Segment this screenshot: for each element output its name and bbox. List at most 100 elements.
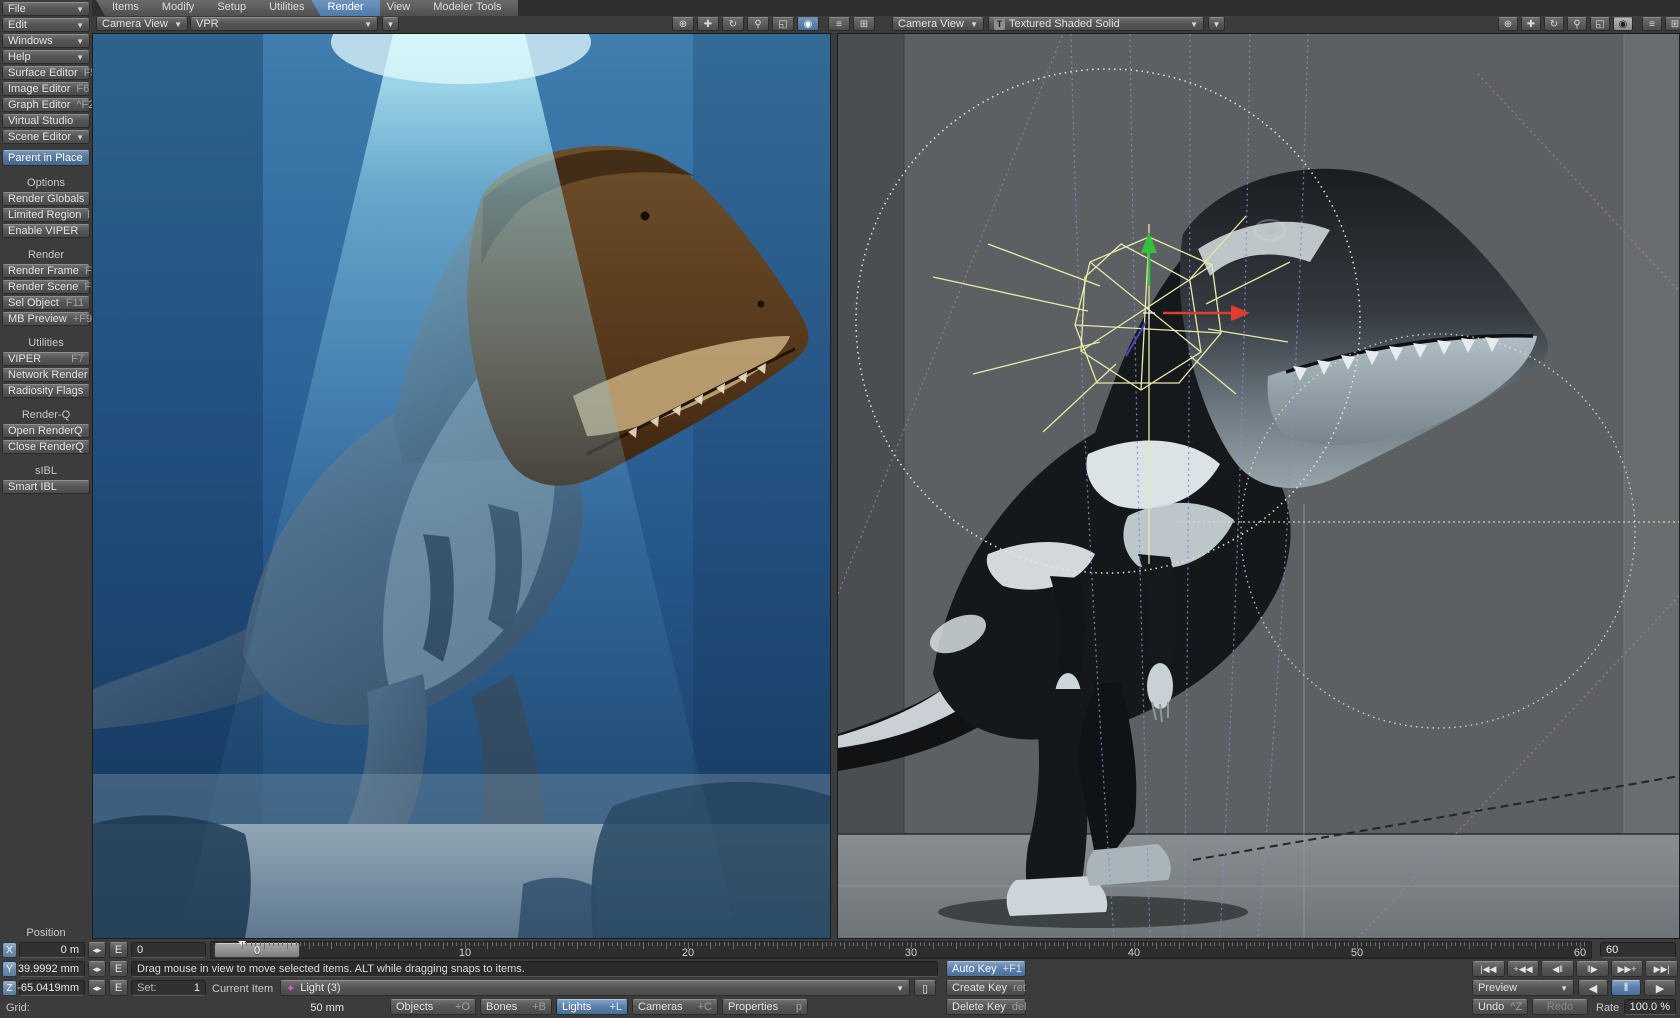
x-envelope-button[interactable]: E xyxy=(109,942,128,958)
transport-bar: |◀◀+◀◀◀‖‖▶▶▶+▶▶| xyxy=(1472,961,1678,977)
go-to-end-button[interactable]: ▶▶| xyxy=(1645,961,1678,977)
tab-items[interactable]: Items xyxy=(96,0,155,16)
edit-mode-properties-button[interactable]: Propertiesp xyxy=(722,999,808,1015)
y-stepper[interactable]: ◂▸ xyxy=(88,961,106,977)
current-item-dropdown[interactable]: ✦ Light (3) ▼ xyxy=(280,980,910,996)
radiosity-flags-button[interactable]: Radiosity Flags xyxy=(2,384,90,398)
smart-ibl-button[interactable]: Smart IBL xyxy=(2,480,90,494)
limited-region-button[interactable]: Limited Regionl xyxy=(2,208,90,222)
tab-setup[interactable]: Setup xyxy=(201,0,262,16)
right-viewport-options-dropdown[interactable]: ▼ xyxy=(1208,17,1225,31)
tab-modify[interactable]: Modify xyxy=(146,0,210,16)
step-back-button[interactable]: ◀‖ xyxy=(1541,961,1574,977)
rotate-icon[interactable]: ↻ xyxy=(722,17,744,31)
surface-editor-button[interactable]: Surface EditorF5 xyxy=(2,66,90,80)
x-axis-button[interactable]: X xyxy=(2,942,17,958)
auto-key-button[interactable]: Auto Key +F1 xyxy=(946,961,1026,977)
orbit-icon[interactable]: ✚ xyxy=(697,17,719,31)
viper-button[interactable]: VIPERF7 xyxy=(2,352,90,366)
rate-field[interactable]: 100.0 % xyxy=(1624,999,1676,1015)
timeline-ruler[interactable]: 0 102030405060 xyxy=(210,941,1592,959)
y-position-field[interactable]: 39.9992 mm xyxy=(19,961,85,977)
ruler-tick xyxy=(1526,942,1527,946)
image-editor-button[interactable]: Image EditorF6 xyxy=(2,82,90,96)
left-view-type-dropdown[interactable]: Camera View ▼ xyxy=(96,17,188,31)
ruler-tick xyxy=(817,942,818,946)
zoom-icon[interactable]: ⚲ xyxy=(1567,17,1587,31)
menu-windows-dropdown[interactable]: Windows▼ xyxy=(2,34,90,48)
play-button[interactable]: ▶ xyxy=(1644,980,1676,996)
edit-mode-lights-button[interactable]: Lights+L xyxy=(556,999,628,1015)
pan-icon[interactable]: ⊕ xyxy=(672,17,694,31)
edit-mode-bones-button[interactable]: Bones+B xyxy=(480,999,552,1015)
maximize-icon[interactable]: ◱ xyxy=(772,17,794,31)
viewport-menu-icon[interactable]: ≡ xyxy=(828,17,850,31)
y-envelope-button[interactable]: E xyxy=(109,961,128,977)
save-view-icon[interactable]: ⊞ xyxy=(1665,17,1680,31)
right-render-mode-dropdown[interactable]: T Textured Shaded Solid ▼ xyxy=(988,17,1204,31)
mb-preview-button[interactable]: MB Preview+F9 xyxy=(2,312,90,326)
camera-icon[interactable]: ◉ xyxy=(797,17,819,31)
go-to-start-button[interactable]: |◀◀ xyxy=(1472,961,1505,977)
right-view-type-dropdown[interactable]: Camera View ▼ xyxy=(892,17,984,31)
left-render-mode-dropdown[interactable]: VPR ▼ xyxy=(190,17,378,31)
z-position-field[interactable]: -65.0419mm xyxy=(19,980,85,996)
tool-label: Virtual Studio xyxy=(8,115,73,127)
parent-in-place-button[interactable]: Parent in Place xyxy=(2,150,90,166)
right-viewport-opengl[interactable] xyxy=(837,33,1680,939)
menu-help-dropdown[interactable]: Help▼ xyxy=(2,50,90,64)
camera-icon[interactable]: ◉ xyxy=(1613,17,1633,31)
step-forward-button[interactable]: ‖▶ xyxy=(1576,961,1609,977)
x-position-field[interactable]: 0 m xyxy=(19,942,85,958)
create-key-button[interactable]: Create Key ret xyxy=(946,980,1026,996)
next-key-button[interactable]: ▶▶+ xyxy=(1611,961,1644,977)
render-globals-button[interactable]: Render Globals xyxy=(2,192,90,206)
close-renderq-button[interactable]: Close RenderQ xyxy=(2,440,90,454)
tool-shortcut: F6 xyxy=(70,83,89,95)
save-view-icon[interactable]: ⊞ xyxy=(853,17,875,31)
edit-mode-objects-button[interactable]: Objects+O xyxy=(390,999,476,1015)
rotate-icon[interactable]: ↻ xyxy=(1544,17,1564,31)
delete-key-button[interactable]: Delete Key del xyxy=(946,999,1026,1015)
menu-edit-dropdown[interactable]: Edit▼ xyxy=(2,18,90,32)
menu-file-dropdown[interactable]: File▼ xyxy=(2,2,90,16)
maximize-icon[interactable]: ◱ xyxy=(1590,17,1610,31)
ruler-tick xyxy=(456,942,457,946)
play-reverse-button[interactable]: ◀ xyxy=(1578,980,1608,996)
virtual-studio-button[interactable]: Virtual Studio xyxy=(2,114,90,128)
preview-dropdown[interactable]: Preview ▼ xyxy=(1472,980,1574,996)
orbit-icon[interactable]: ✚ xyxy=(1521,17,1541,31)
enable-viper-button[interactable]: Enable VIPER xyxy=(2,224,90,238)
zoom-icon[interactable]: ⚲ xyxy=(747,17,769,31)
redo-button[interactable]: Redo xyxy=(1532,999,1588,1015)
render-scene-button[interactable]: Render SceneF10 xyxy=(2,280,90,294)
ruler-tick xyxy=(733,942,734,949)
z-stepper[interactable]: ◂▸ xyxy=(88,980,106,996)
tab-utilities[interactable]: Utilities xyxy=(253,0,320,16)
end-frame-field[interactable]: 60 xyxy=(1600,942,1676,958)
tab-render[interactable]: Render xyxy=(312,0,380,16)
left-viewport-options-dropdown[interactable]: ▼ xyxy=(382,17,399,31)
y-axis-button[interactable]: Y xyxy=(2,961,17,977)
edit-mode-cameras-button[interactable]: Cameras+C xyxy=(632,999,718,1015)
pause-button[interactable]: ‖ xyxy=(1611,980,1641,996)
open-renderq-button[interactable]: Open RenderQ xyxy=(2,424,90,438)
render-frame-button[interactable]: Render FrameF9 xyxy=(2,264,90,278)
current-frame-field[interactable]: 0 xyxy=(131,942,206,958)
undo-button[interactable]: Undo ^Z xyxy=(1472,999,1528,1015)
network-render-button[interactable]: Network Render xyxy=(2,368,90,382)
scene-editor-button[interactable]: Scene Editor▼ xyxy=(2,130,90,144)
sel-object-button[interactable]: Sel ObjectF11 xyxy=(2,296,90,310)
viewport-menu-icon[interactable]: ≡ xyxy=(1642,17,1662,31)
x-stepper[interactable]: ◂▸ xyxy=(88,942,106,958)
tab-modeler-tools[interactable]: Modeler Tools xyxy=(417,0,517,16)
z-axis-button[interactable]: Z xyxy=(2,980,17,996)
left-viewport-vpr-render[interactable] xyxy=(92,33,831,939)
set-key-field[interactable]: Set: 1 xyxy=(131,980,206,996)
ruler-tick xyxy=(461,942,462,946)
previous-key-button[interactable]: +◀◀ xyxy=(1507,961,1540,977)
item-picker-button[interactable]: ▯ xyxy=(914,980,936,996)
z-envelope-button[interactable]: E xyxy=(109,980,128,996)
graph-editor-button[interactable]: Graph Editor^F2 xyxy=(2,98,90,112)
pan-icon[interactable]: ⊕ xyxy=(1498,17,1518,31)
